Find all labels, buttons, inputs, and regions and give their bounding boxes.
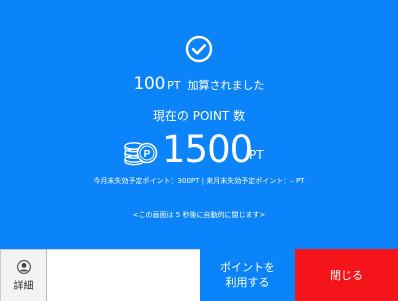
expiring-points-info: 今月末失効予定ポイント：300PT | 来月末失効予定ポイント：– PT xyxy=(93,177,305,185)
current-points-title: 現在の POINT 数 xyxy=(152,109,246,123)
point-complete-screen: 100PT加算されました 現在の POINT 数 P 1500 PT 今月末 xyxy=(0,0,398,301)
use-points-button-text: ポイントを 利用する xyxy=(220,260,275,290)
empty-bar-area xyxy=(47,249,200,301)
detail-button-label: 詳細 xyxy=(13,280,34,292)
check-circle-icon xyxy=(185,35,213,63)
detail-button[interactable]: 詳細 xyxy=(0,249,47,301)
close-button[interactable]: 閉じる xyxy=(295,249,398,301)
current-points-value: 1500 xyxy=(162,128,253,171)
current-points-unit: PT xyxy=(249,148,264,162)
use-points-label-line1: ポイントを xyxy=(220,261,275,274)
bottom-action-bar: 詳細 ポイントを 利用する 閉じる xyxy=(0,249,398,301)
points-added-line: 100 PT 加算されました xyxy=(0,73,398,97)
use-points-label-line2: 利用する xyxy=(225,276,270,289)
person-icon xyxy=(16,259,31,274)
coin-stack-icon: P xyxy=(124,142,158,166)
points-added-unit: PT xyxy=(167,79,181,92)
auto-close-notice: <この画面は 5 秒後に自動的に閉じます> xyxy=(132,211,266,219)
points-added-value: 100 xyxy=(133,74,166,94)
svg-text:P: P xyxy=(144,149,151,160)
point-result-panel: 100PT加算されました 現在の POINT 数 P 1500 PT 今月末 xyxy=(0,0,398,249)
points-added-message: 加算されました xyxy=(187,79,265,92)
close-button-label: 閉じる xyxy=(330,269,363,282)
use-points-button[interactable]: ポイントを 利用する xyxy=(200,249,295,301)
